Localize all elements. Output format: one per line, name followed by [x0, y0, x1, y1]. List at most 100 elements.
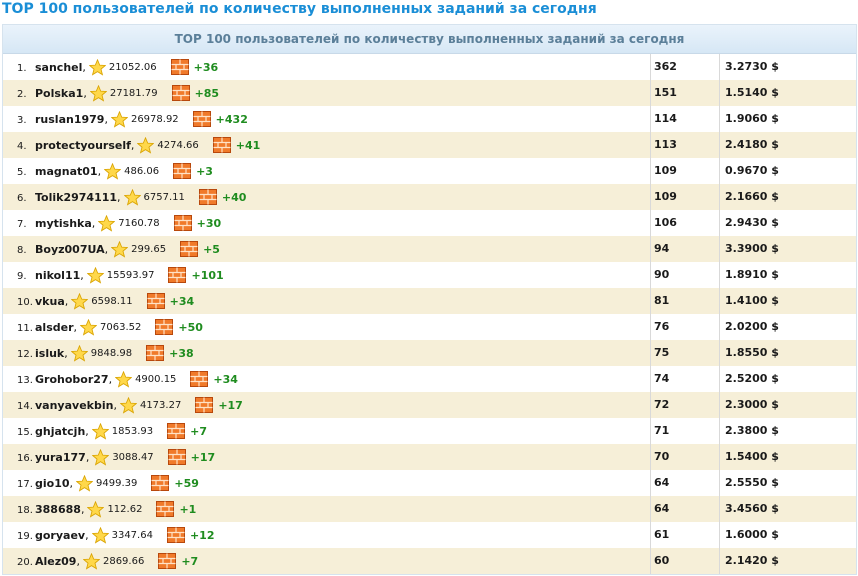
username-link[interactable]: ghjatcjh: [35, 425, 85, 438]
username-link[interactable]: gio10: [35, 477, 70, 490]
table-row: 3. ruslan1979 , 26978.92 +432 114 1.9060…: [3, 106, 856, 132]
star-icon: [71, 292, 89, 310]
username-link[interactable]: isluk: [35, 347, 64, 360]
star-icon: [80, 318, 97, 336]
username-link[interactable]: Boyz007UA: [35, 243, 105, 256]
earned-amount: 2.1660 $: [725, 190, 779, 203]
username-link[interactable]: goryaev: [35, 529, 85, 542]
table-row: 18. 388688 , 112.62 +1 64 3.4560 $: [3, 496, 856, 522]
brick-wall-icon: [168, 267, 187, 283]
username-link[interactable]: ruslan1979: [35, 113, 104, 126]
task-count: 76: [651, 314, 720, 340]
username-link[interactable]: nikol11: [35, 269, 80, 282]
rank-number: 12.: [17, 349, 33, 360]
rank-number: 20.: [17, 557, 33, 568]
user-cell: 7. mytishka , 7160.78 +30: [3, 210, 651, 236]
bonus-value: +17: [190, 450, 216, 464]
username-link[interactable]: Polska1: [35, 87, 83, 100]
user-cell: 4. protectyourself , 4274.66 +41: [3, 132, 651, 158]
user-cell: 9. nikol11 , 15593.97 +101: [3, 262, 651, 288]
star-icon: [89, 84, 107, 102]
rank-number: 7.: [17, 219, 27, 230]
rank-number: 14.: [17, 401, 33, 412]
earned-amount: 2.3800 $: [725, 424, 779, 437]
rating-value: 9499.39: [96, 477, 138, 489]
username-link[interactable]: Tolik2974111: [35, 191, 117, 204]
task-count: 109: [651, 158, 720, 184]
bonus-value: +50: [178, 320, 203, 334]
brick-wall-icon: [173, 163, 192, 179]
earned-amount: 2.3000 $: [725, 398, 779, 411]
table-row: 12. isluk , 9848.98 +38 75 1.8550 $: [3, 340, 856, 366]
separator: ,: [64, 294, 69, 308]
bonus-value: +101: [191, 268, 224, 282]
username-link[interactable]: protectyourself: [35, 139, 131, 152]
username-link[interactable]: mytishka: [35, 217, 92, 230]
table-row: 7. mytishka , 7160.78 +30 106 2.9430 $: [3, 210, 856, 236]
username-link[interactable]: 388688: [35, 503, 81, 516]
bonus-value: +1: [179, 502, 197, 516]
rating-value: 4274.66: [157, 139, 199, 151]
table-row: 5. magnat01 , 486.06 +3 109 0.9670 $: [3, 158, 856, 184]
earned-amount: 2.5200 $: [725, 372, 779, 385]
bonus-value: +12: [189, 528, 215, 542]
username-link[interactable]: alsder: [35, 321, 74, 334]
user-cell: 3. ruslan1979 , 26978.92 +432: [3, 106, 651, 132]
table-row: 2. Polska1 , 27181.79 +85 151 1.5140 $: [3, 80, 856, 106]
brick-wall-icon: [155, 319, 174, 335]
task-count: 74: [651, 366, 720, 392]
user-cell: 14. vanyavekbin , 4173.27 +17: [3, 392, 651, 418]
username-link[interactable]: sanchel: [35, 61, 82, 74]
star-icon: [115, 370, 133, 388]
star-icon: [87, 500, 105, 518]
username-link[interactable]: vanyavekbin: [35, 399, 113, 412]
earned-amount: 3.3900 $: [725, 242, 779, 255]
star-icon: [111, 240, 129, 258]
table-body: 1. sanchel , 21052.06 +36 362 3.2730 $ 2…: [3, 54, 856, 574]
separator: ,: [64, 346, 68, 360]
star-icon: [98, 214, 116, 232]
rating-value: 26978.92: [130, 113, 179, 125]
brick-wall-icon: [171, 85, 190, 101]
bonus-value: +17: [218, 398, 243, 412]
table-row: 14. vanyavekbin , 4173.27 +17 72 2.3000 …: [3, 392, 856, 418]
bonus-value: +7: [190, 424, 208, 438]
bonus-value: +38: [169, 346, 194, 360]
table-row: 19. goryaev , 3347.64 +12 61 1.6000 $: [3, 522, 856, 548]
brick-wall-icon: [180, 241, 199, 257]
username-link[interactable]: magnat01: [35, 165, 98, 178]
star-icon: [86, 266, 104, 284]
separator: ,: [83, 86, 87, 100]
brick-wall-icon: [173, 215, 192, 231]
user-cell: 13. Grohobor27 , 4900.15 +34: [3, 366, 651, 392]
task-count: 72: [651, 392, 720, 418]
username-link[interactable]: vkua: [35, 295, 65, 308]
username-link[interactable]: Grohobor27: [35, 373, 109, 386]
rank-number: 4.: [17, 141, 27, 152]
earned-amount: 1.5140 $: [725, 86, 779, 99]
rating-value: 1853.93: [111, 425, 154, 437]
table-row: 16. yura177 , 3088.47 +17 70 1.5400 $: [3, 444, 856, 470]
separator: ,: [80, 268, 84, 282]
brick-wall-icon: [158, 553, 177, 569]
star-icon: [91, 422, 109, 440]
username-link[interactable]: Alez09: [35, 555, 76, 568]
star-icon: [104, 162, 122, 180]
earned-amount: 3.4560 $: [725, 502, 779, 515]
earned-amount: 2.1420 $: [725, 554, 779, 567]
task-count: 71: [651, 418, 720, 444]
star-icon: [91, 526, 109, 544]
user-cell: 16. yura177 , 3088.47 +17: [3, 444, 651, 470]
user-cell: 2. Polska1 , 27181.79 +85: [3, 80, 651, 106]
username-link[interactable]: yura177: [35, 451, 86, 464]
table-row: 13. Grohobor27 , 4900.15 +34 74 2.5200 $: [3, 366, 856, 392]
task-count: 114: [651, 106, 720, 132]
table-row: 15. ghjatcjh , 1853.93 +7 71 2.3800 $: [3, 418, 856, 444]
top-users-table: TOP 100 пользователей по количеству выпо…: [2, 24, 857, 575]
rating-value: 299.65: [131, 243, 167, 255]
earned-amount: 1.8910 $: [725, 268, 779, 281]
star-icon: [76, 474, 94, 492]
rating-value: 4900.15: [135, 373, 177, 385]
star-icon: [70, 344, 88, 362]
table-row: 10. vkua , 6598.11 +34 81 1.4100 $: [3, 288, 856, 314]
